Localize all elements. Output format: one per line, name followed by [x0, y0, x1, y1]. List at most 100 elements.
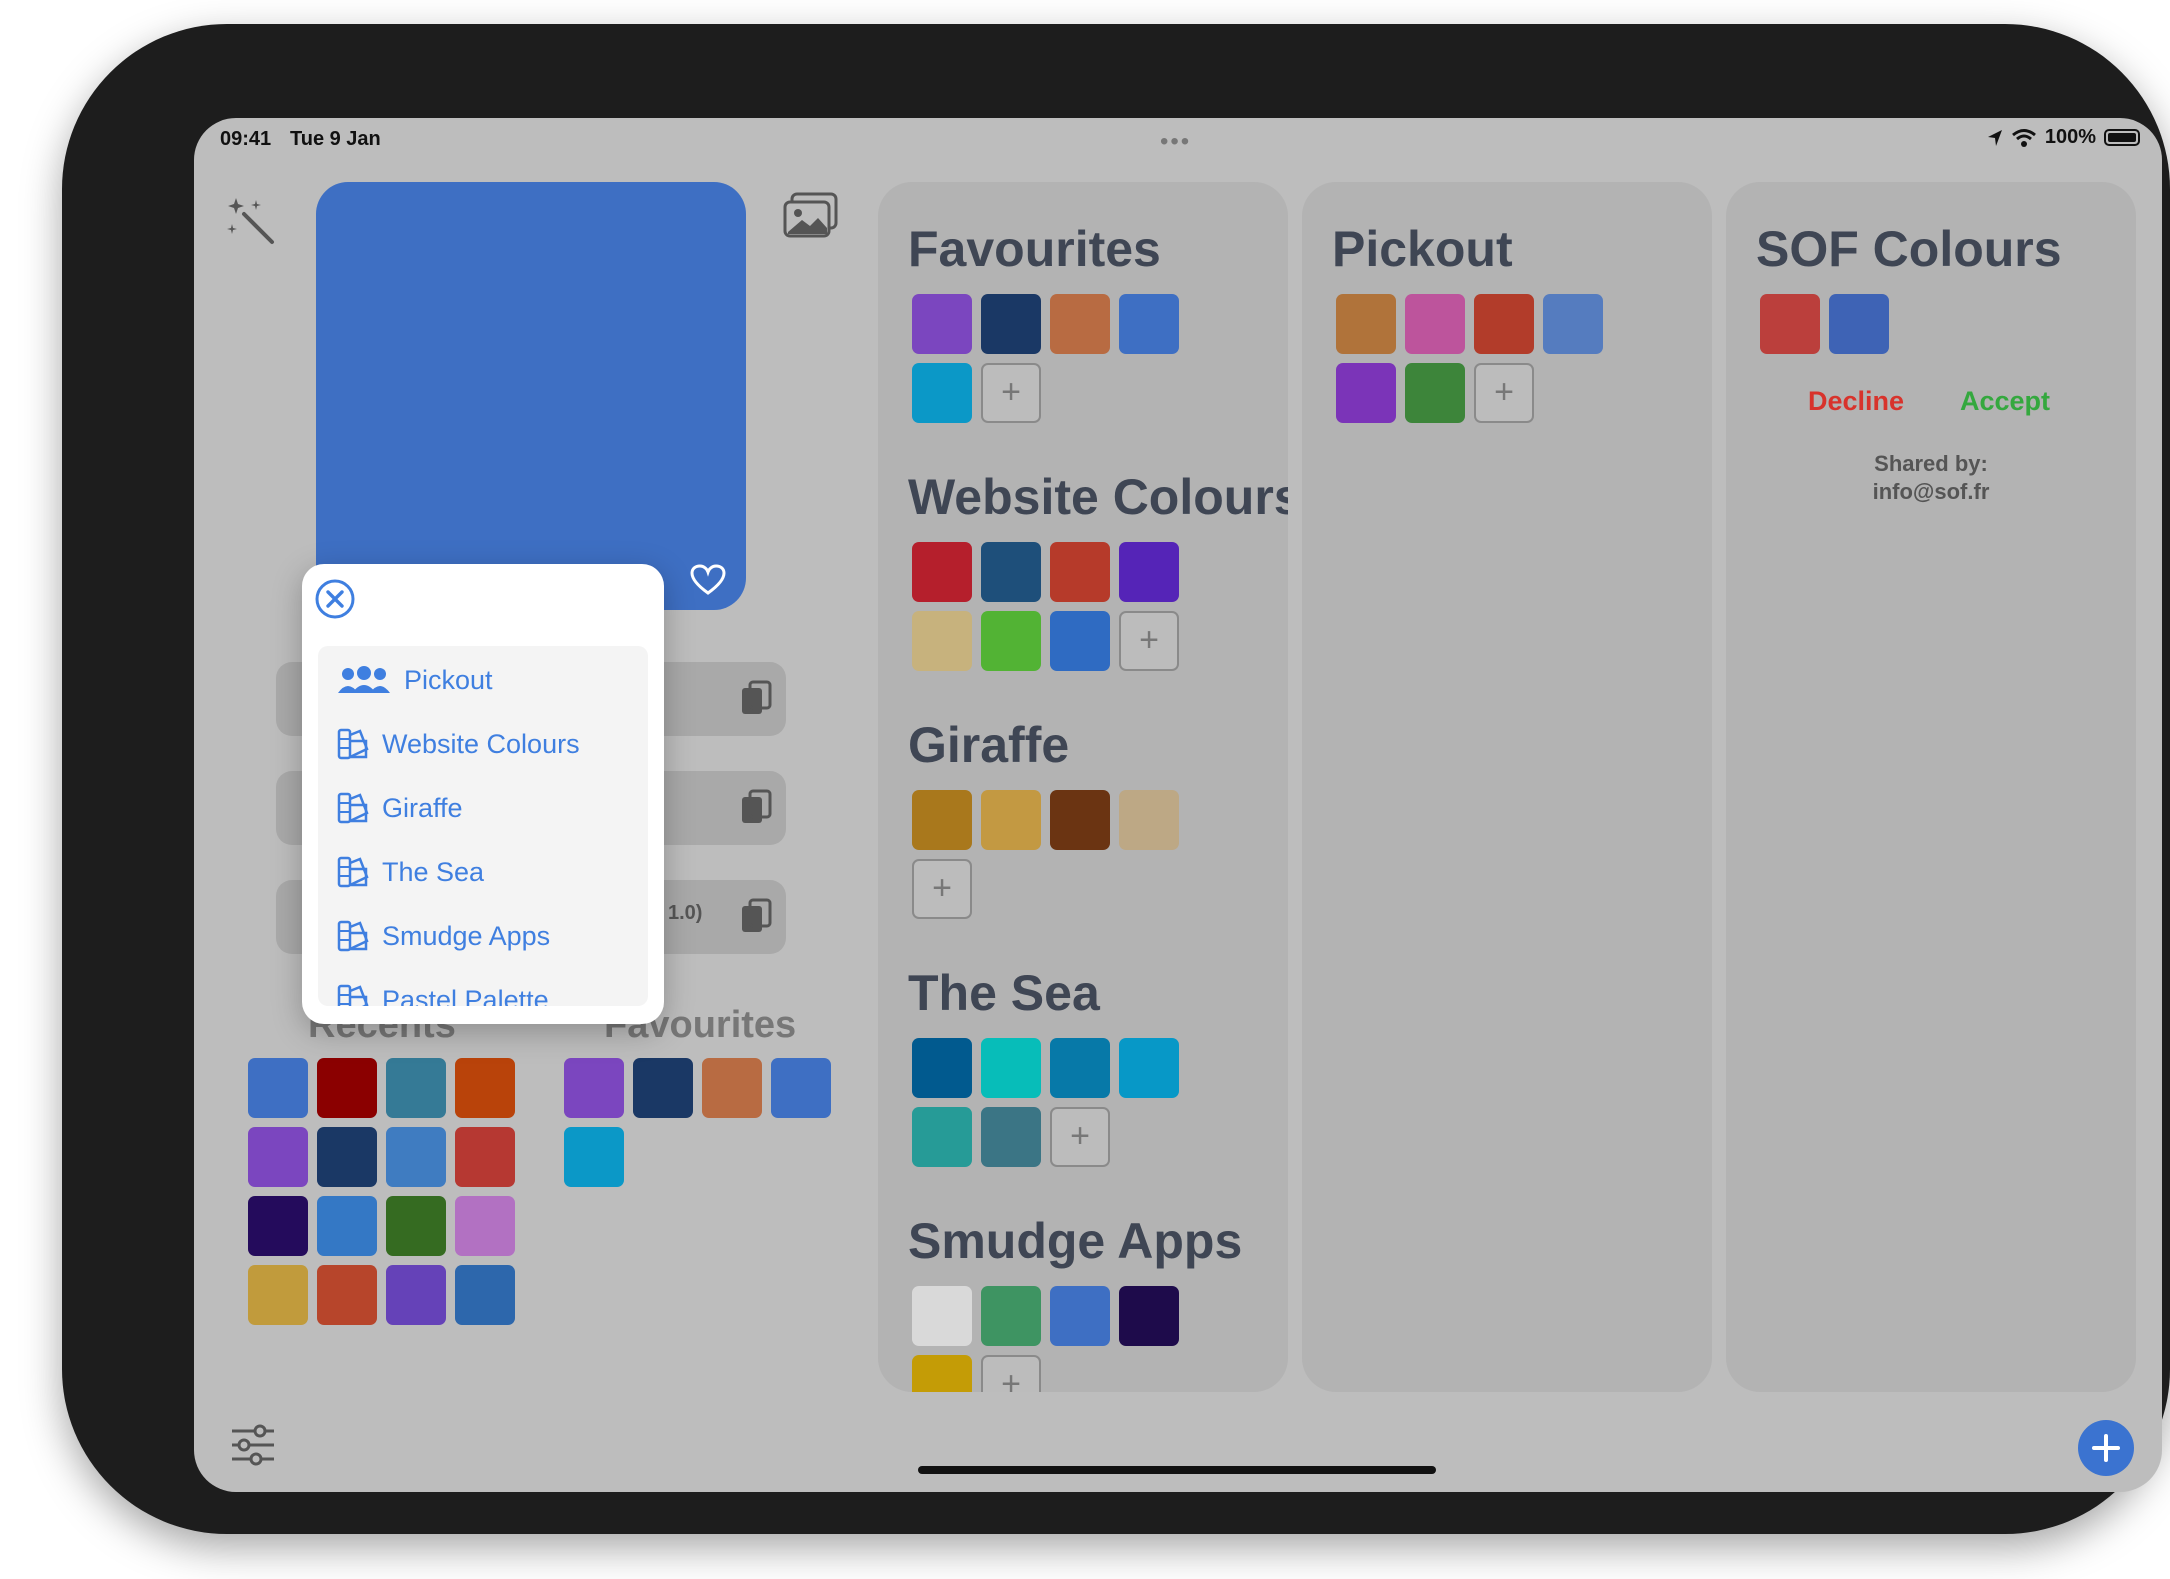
colour-swatch[interactable] — [912, 1355, 972, 1392]
colour-swatch[interactable] — [317, 1265, 377, 1325]
copy-icon[interactable] — [740, 680, 772, 718]
colour-swatch[interactable] — [981, 790, 1041, 850]
colour-swatch[interactable] — [912, 611, 972, 671]
settings-sliders-icon[interactable] — [230, 1424, 276, 1466]
colour-swatch[interactable] — [981, 611, 1041, 671]
palette-swatch-icon — [336, 791, 370, 825]
colour-swatch[interactable] — [981, 1107, 1041, 1167]
colour-swatch[interactable] — [248, 1265, 308, 1325]
colour-swatch[interactable] — [386, 1058, 446, 1118]
menu-item[interactable]: The Sea — [336, 852, 484, 892]
colour-swatch[interactable] — [455, 1265, 515, 1325]
battery-percent: 100% — [2044, 126, 2096, 148]
colour-swatch[interactable] — [912, 1286, 972, 1346]
colour-swatch[interactable] — [1119, 1286, 1179, 1346]
collection-title: Giraffe — [908, 717, 1070, 773]
menu-item[interactable]: Smudge Apps — [336, 916, 550, 956]
colour-swatch[interactable] — [564, 1058, 624, 1118]
colour-swatch[interactable] — [317, 1196, 377, 1256]
menu-item-label: Website Colours — [382, 728, 580, 759]
colour-swatch[interactable] — [564, 1127, 624, 1187]
add-colour-button[interactable]: + — [1050, 1107, 1110, 1167]
colour-swatch[interactable] — [981, 1286, 1041, 1346]
colour-swatch[interactable] — [1119, 1038, 1179, 1098]
colour-swatch[interactable] — [1119, 542, 1179, 602]
colour-swatch[interactable] — [981, 1038, 1041, 1098]
colour-swatch[interactable] — [1050, 294, 1110, 354]
shared-by-info: Shared by: info@sof.fr — [1726, 450, 2136, 506]
shared-by-label: Shared by: — [1874, 451, 1988, 476]
menu-item-label: Smudge Apps — [382, 920, 551, 951]
colour-swatch[interactable] — [912, 790, 972, 850]
colour-swatch[interactable] — [1119, 294, 1179, 354]
colour-swatch[interactable] — [1050, 542, 1110, 602]
accept-button[interactable]: Accept — [1960, 386, 2050, 417]
colour-swatch[interactable] — [317, 1058, 377, 1118]
colour-swatch[interactable] — [912, 294, 972, 354]
colour-swatch[interactable] — [912, 363, 972, 423]
colour-swatch[interactable] — [248, 1127, 308, 1187]
home-indicator[interactable] — [918, 1466, 1436, 1474]
colour-swatch[interactable] — [1829, 294, 1889, 354]
colour-swatch[interactable] — [912, 542, 972, 602]
colour-swatch[interactable] — [771, 1058, 831, 1118]
colour-swatch[interactable] — [981, 542, 1041, 602]
colour-swatch[interactable] — [455, 1058, 515, 1118]
colour-swatch[interactable] — [1543, 294, 1603, 354]
colour-swatch[interactable] — [1050, 1038, 1110, 1098]
sof-colours-panel: SOF Colours Decline Accept Shared by: in… — [1726, 182, 2136, 1392]
palette-swatch-icon — [336, 983, 370, 1006]
colour-swatch[interactable] — [1405, 294, 1465, 354]
colour-swatch[interactable] — [1050, 611, 1110, 671]
menu-item[interactable]: Pickout — [336, 660, 493, 700]
menu-item[interactable]: Website Colours — [336, 724, 580, 764]
colour-swatch[interactable] — [386, 1196, 446, 1256]
decline-button[interactable]: Decline — [1808, 386, 1904, 417]
pickout-panel: Pickout + — [1302, 182, 1712, 1392]
palette-swatch-icon — [336, 919, 370, 953]
menu-item-label: Giraffe — [382, 792, 463, 823]
colour-swatch[interactable] — [1050, 1286, 1110, 1346]
colour-swatch[interactable] — [248, 1058, 308, 1118]
add-colour-button[interactable]: + — [912, 859, 972, 919]
add-collection-button[interactable] — [2078, 1420, 2134, 1476]
add-colour-button[interactable]: + — [1474, 363, 1534, 423]
multitasking-dots-icon[interactable]: ••• — [1160, 128, 1191, 156]
colour-swatch[interactable] — [912, 1038, 972, 1098]
close-icon[interactable] — [314, 578, 356, 620]
magic-wand-icon[interactable] — [226, 196, 276, 246]
colour-swatch[interactable] — [386, 1265, 446, 1325]
sof-colours-title: SOF Colours — [1756, 221, 2062, 277]
colour-swatch[interactable] — [1119, 790, 1179, 850]
colour-swatch[interactable] — [633, 1058, 693, 1118]
colour-swatch[interactable] — [1336, 363, 1396, 423]
heart-icon[interactable] — [690, 564, 726, 596]
colour-swatch[interactable] — [1474, 294, 1534, 354]
battery-icon — [2104, 129, 2140, 146]
add-colour-button[interactable]: + — [981, 363, 1041, 423]
colour-swatch[interactable] — [248, 1196, 308, 1256]
colour-swatch[interactable] — [912, 1107, 972, 1167]
colour-swatch[interactable] — [1050, 790, 1110, 850]
add-to-collection-menu: Pickout Website Colours Giraffe The Sea Smud… — [302, 564, 664, 1024]
collections-panel: Favourites + Website Colours + Giraffe + The S… — [878, 182, 1288, 1392]
colour-swatch[interactable] — [1405, 363, 1465, 423]
colour-swatch[interactable] — [1760, 294, 1820, 354]
colour-swatch[interactable] — [317, 1127, 377, 1187]
colour-swatch[interactable] — [455, 1196, 515, 1256]
menu-item[interactable]: Pastel Palette — [336, 980, 549, 1006]
photo-library-icon[interactable] — [782, 192, 840, 242]
colour-preview[interactable] — [316, 182, 746, 610]
colour-swatch[interactable] — [455, 1127, 515, 1187]
colour-swatch[interactable] — [702, 1058, 762, 1118]
add-colour-button[interactable]: + — [1119, 611, 1179, 671]
copy-icon[interactable] — [740, 789, 772, 827]
collection-title: Smudge Apps — [908, 1213, 1243, 1269]
copy-icon[interactable] — [740, 898, 772, 936]
menu-item[interactable]: Giraffe — [336, 788, 463, 828]
colour-swatch[interactable] — [386, 1127, 446, 1187]
colour-swatch[interactable] — [981, 294, 1041, 354]
colour-swatch[interactable] — [1336, 294, 1396, 354]
add-colour-button[interactable]: + — [981, 1355, 1041, 1392]
pickout-title: Pickout — [1332, 221, 1513, 277]
